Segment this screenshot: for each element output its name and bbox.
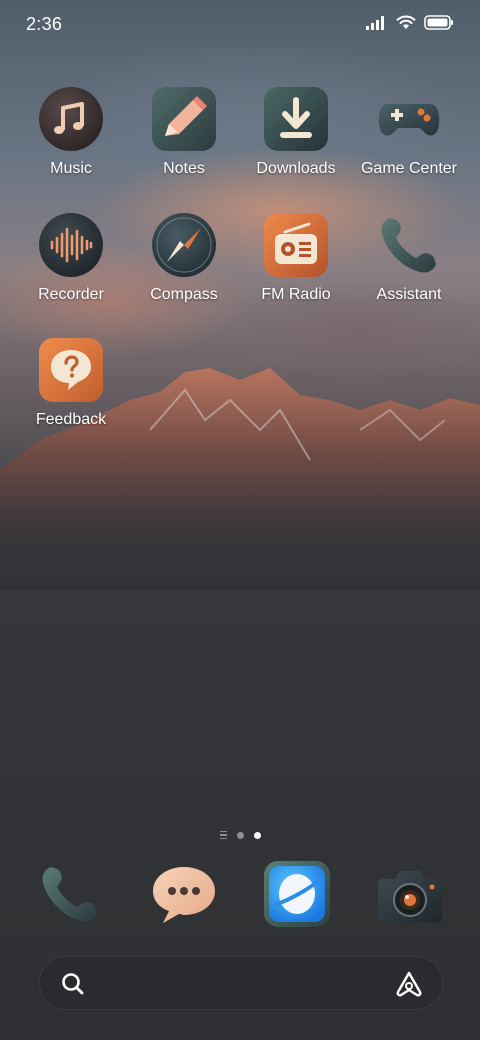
status-icons <box>366 15 454 30</box>
page-list-icon <box>219 830 227 840</box>
music-note-icon <box>38 86 104 152</box>
app-label: Compass <box>150 286 218 303</box>
page-dot-active <box>253 831 261 839</box>
app-label: FM Radio <box>261 286 331 303</box>
app-compass[interactable]: Compass <box>128 212 240 322</box>
app-music[interactable]: Music <box>15 86 127 196</box>
app-feedback[interactable]: Feedback <box>15 337 127 447</box>
app-recorder[interactable]: Recorder <box>15 212 127 322</box>
status-bar: 2:36 <box>0 0 480 52</box>
compass-icon <box>151 212 217 278</box>
signal-bars-icon <box>366 15 384 30</box>
assistant-icon[interactable] <box>394 970 424 998</box>
dock-camera[interactable] <box>374 858 446 930</box>
phone-icon <box>42 867 97 922</box>
phone-handset-icon <box>376 212 442 278</box>
app-label: Feedback <box>35 411 107 428</box>
search-bar[interactable] <box>39 956 443 1010</box>
app-label: Assistant <box>376 286 442 303</box>
status-time: 2:36 <box>26 14 63 34</box>
app-assistant[interactable]: Assistant <box>353 212 465 322</box>
dock-browser[interactable] <box>261 858 333 930</box>
app-label: Downloads <box>256 160 336 177</box>
app-label: Notes <box>163 160 205 177</box>
radio-icon <box>263 212 329 278</box>
app-fm-radio[interactable]: FM Radio <box>240 212 352 322</box>
dock-messages[interactable] <box>148 858 220 930</box>
waveform-icon <box>38 212 104 278</box>
chat-bubble-icon <box>153 867 215 923</box>
gamepad-icon <box>376 86 442 152</box>
battery-icon <box>424 15 453 30</box>
app-label: Recorder <box>38 286 104 303</box>
page-indicator[interactable] <box>0 828 480 842</box>
page-dot <box>236 831 244 839</box>
app-label: Game Center <box>360 160 458 177</box>
download-icon <box>263 86 329 152</box>
app-game-center[interactable]: Game Center <box>353 86 465 196</box>
browser-planet-icon <box>264 861 330 927</box>
wifi-icon <box>396 15 416 29</box>
app-downloads[interactable]: Downloads <box>240 86 352 196</box>
app-label: Music <box>50 160 92 177</box>
pencil-icon <box>151 86 217 152</box>
search-input[interactable] <box>98 967 398 1001</box>
question-bubble-icon <box>38 337 104 403</box>
app-notes[interactable]: Notes <box>128 86 240 196</box>
dock-phone[interactable] <box>34 858 106 930</box>
camera-icon <box>378 871 442 922</box>
search-icon[interactable] <box>60 971 86 997</box>
